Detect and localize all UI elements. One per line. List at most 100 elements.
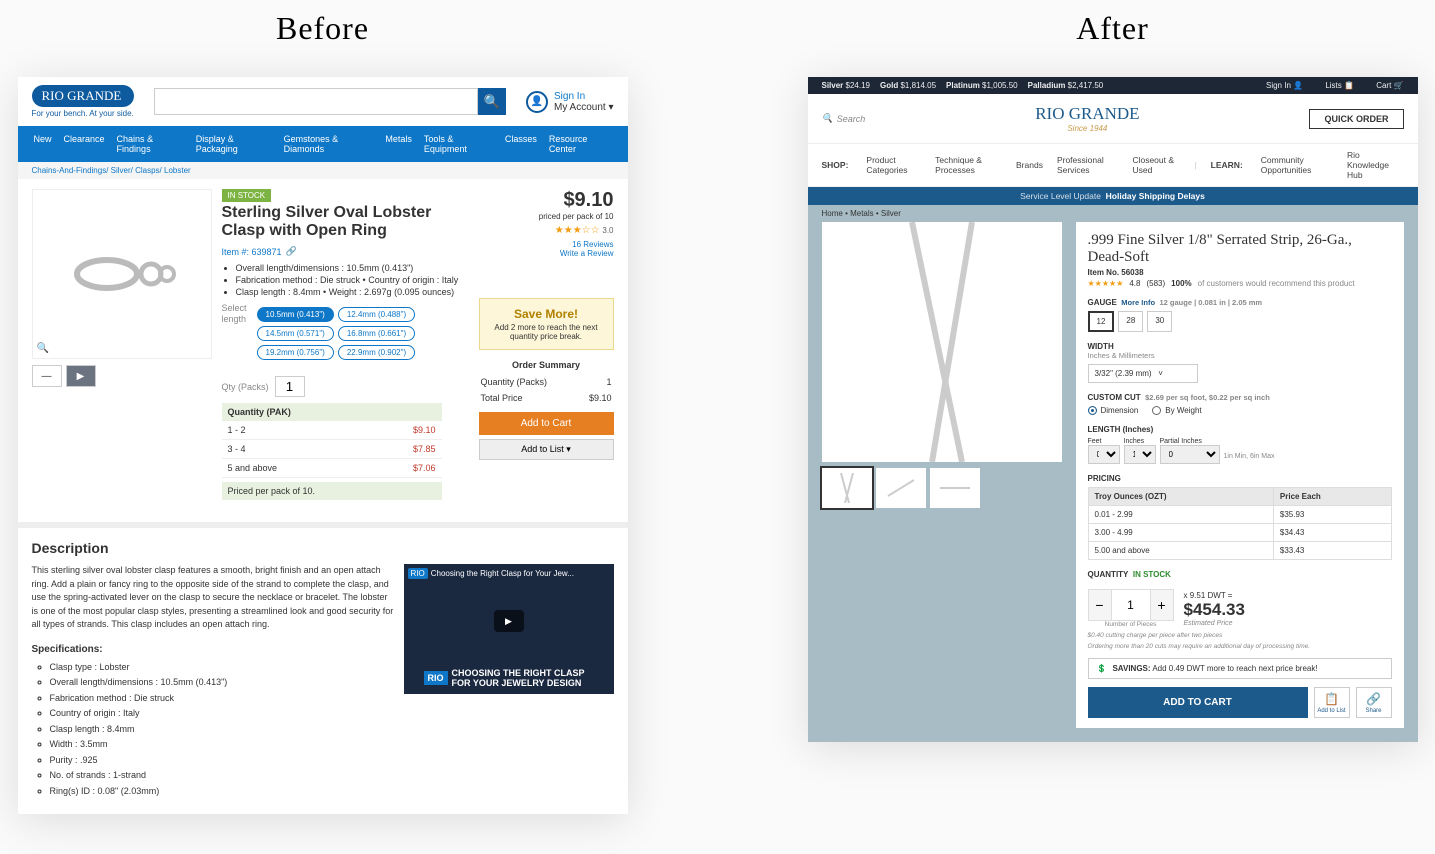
qty-minus-button[interactable]: − [1089,590,1111,620]
nav-item: SHOP: [822,160,849,170]
after-heading: After [1076,10,1149,47]
breadcrumb[interactable]: Home • Metals • Silver [808,205,1418,222]
length-chip[interactable]: 12.4mm (0.488") [338,307,415,322]
signin-link[interactable]: Sign In 👤 [1256,81,1303,90]
thumbnail[interactable] [822,468,872,508]
length-chip[interactable]: 19.2mm (0.756") [257,345,334,360]
nav-item[interactable]: Chains & Findings [111,130,190,158]
myaccount-link[interactable]: My Account ▾ [554,102,614,113]
nav-item[interactable]: Professional Services [1057,155,1119,175]
metal-price: Platinum $1,005.50 [946,81,1018,90]
length-chip[interactable]: 22.9mm (0.902") [338,345,415,360]
stock-badge: IN STOCK [1133,570,1171,579]
qty-label: Qty (Packs) [222,382,269,392]
item-number: Item #: 639871 [222,247,282,257]
gauge-chip[interactable]: 30 [1147,311,1172,332]
main-nav: NewClearanceChains & FindingsDisplay & P… [18,126,628,162]
product-image[interactable]: 🔍 [32,189,212,359]
nav-item[interactable]: Classes [499,130,543,158]
nav-item[interactable]: Metals [379,130,418,158]
nav-item[interactable]: Rio Knowledge Hub [1347,150,1404,180]
lists-link[interactable]: Lists 📋 [1315,81,1354,90]
search-input[interactable]: 🔍 Search [822,113,866,124]
length-label: Select length [222,303,247,324]
pieces-label: Number of Pieces [1088,621,1174,628]
product-image[interactable] [822,222,1062,462]
description-text: This sterling silver oval lobster clasp … [32,565,394,629]
length-chip[interactable]: 14.5mm (0.571") [257,326,334,341]
more-info-link[interactable]: More Info [1121,298,1155,307]
add-to-cart-button[interactable]: ADD TO CART [1088,687,1308,718]
add-to-list-button[interactable]: 📋Add to List [1314,687,1350,718]
metal-price: Gold $1,814.05 [880,81,936,90]
share-button[interactable]: 🔗Share [1356,687,1392,718]
savings-note: 💲 SAVINGS: Add 0.49 DWT more to reach ne… [1088,658,1392,679]
nav-item[interactable]: Tools & Equipment [418,130,499,158]
search-icon[interactable]: 🔍 [478,88,506,115]
add-to-list-button[interactable]: Add to List ▾ [479,439,614,460]
before-card: RIO GRANDE For your bench. At your side.… [18,77,628,814]
nav-item[interactable]: Product Categories [866,155,921,175]
radio-dimension[interactable]: Dimension [1088,406,1139,415]
qty-input[interactable] [275,376,305,397]
nav-item[interactable]: Resource Center [543,130,618,158]
nav-item[interactable]: Clearance [58,130,111,158]
nav-item[interactable]: Closeout & Used [1132,155,1180,175]
cart-link[interactable]: Cart 🛒 [1366,81,1403,90]
nav-item[interactable]: Brands [1016,160,1043,170]
nav-item[interactable]: Gemstones & Diamonds [278,130,380,158]
price-per: priced per pack of 10 [479,212,614,221]
signin-link[interactable]: Sign In [554,91,614,102]
qty-input[interactable] [1111,590,1151,620]
thumbnail[interactable] [930,468,980,508]
price-tiers: Quantity (PAK) 1 - 2$9.103 - 4$7.855 and… [222,403,442,478]
video-thumbnail[interactable]: RIOChoosing the Right Clasp for Your Jew… [404,564,614,694]
min-max-note: 1in Min, 6in Max [1224,453,1275,464]
pricing-table: Troy Ounces (OZT)Price Each 0.01 - 2.99$… [1088,487,1392,560]
estimated-price: $454.33 [1184,600,1245,620]
nav-item: LEARN: [1211,160,1243,170]
order-summary-h: Order Summary [479,356,614,374]
qty-plus-button[interactable]: + [1151,590,1173,620]
logo[interactable]: RIO GRANDESince 1944 [1035,104,1139,133]
savings-icon: 💲 [1097,664,1107,673]
price: $9.10 [479,189,614,212]
alert-bar: Service Level Update Holiday Shipping De… [808,187,1418,205]
share-icon[interactable]: 🔗 [286,246,297,257]
partial-select[interactable]: 0 [1160,445,1220,464]
item-number: Item No. 56038 [1088,268,1392,277]
thumbnail[interactable] [876,468,926,508]
width-select[interactable]: 3/32" (2.39 mm) ˅ [1088,364,1198,383]
nav-item[interactable]: Technique & Processes [935,155,1002,175]
play-icon[interactable]: ▶ [494,610,524,632]
tagline: For your bench. At your side. [32,109,134,118]
logo[interactable]: RIO GRANDE [32,85,134,107]
thumbnail-video[interactable]: ▶ [66,365,96,387]
star-rating: ★★★★★ [1088,279,1124,288]
specs-heading: Specifications: [32,642,394,657]
reviews-link[interactable]: 16 Reviews [479,240,614,249]
nav-item[interactable]: Community Opportunities [1261,155,1333,175]
share-icon: 🔗 [1366,692,1381,706]
gauge-chip[interactable]: 12 [1088,311,1115,332]
breadcrumb[interactable]: Chains-And-Findings/ Silver/ Clasps/ Lob… [18,162,628,179]
radio-weight[interactable]: By Weight [1152,406,1201,415]
product-title: .999 Fine Silver 1/8" Serrated Strip, 26… [1088,232,1392,266]
search-input[interactable] [154,88,478,115]
feet-select[interactable]: 0 [1088,445,1120,464]
write-review-link[interactable]: Write a Review [479,249,614,258]
length-chip[interactable]: 10.5mm (0.413") [257,307,334,322]
nav-item[interactable]: Display & Packaging [190,130,278,158]
thumbnail[interactable]: — [32,365,62,387]
gauge-chip[interactable]: 28 [1118,311,1143,332]
after-card: Silver $24.19Gold $1,814.05Platinum $1,0… [808,77,1418,742]
account-menu[interactable]: 👤 Sign In My Account ▾ [526,91,614,113]
description-heading: Description [32,540,614,556]
add-to-cart-button[interactable]: Add to Cart [479,412,614,435]
quick-order-button[interactable]: QUICK ORDER [1309,109,1403,129]
length-chip[interactable]: 16.8mm (0.661") [338,326,415,341]
inches-select[interactable]: 1 [1124,445,1156,464]
zoom-icon[interactable]: 🔍 [37,343,49,354]
nav-item[interactable]: New [28,130,58,158]
avatar-icon: 👤 [526,91,548,113]
